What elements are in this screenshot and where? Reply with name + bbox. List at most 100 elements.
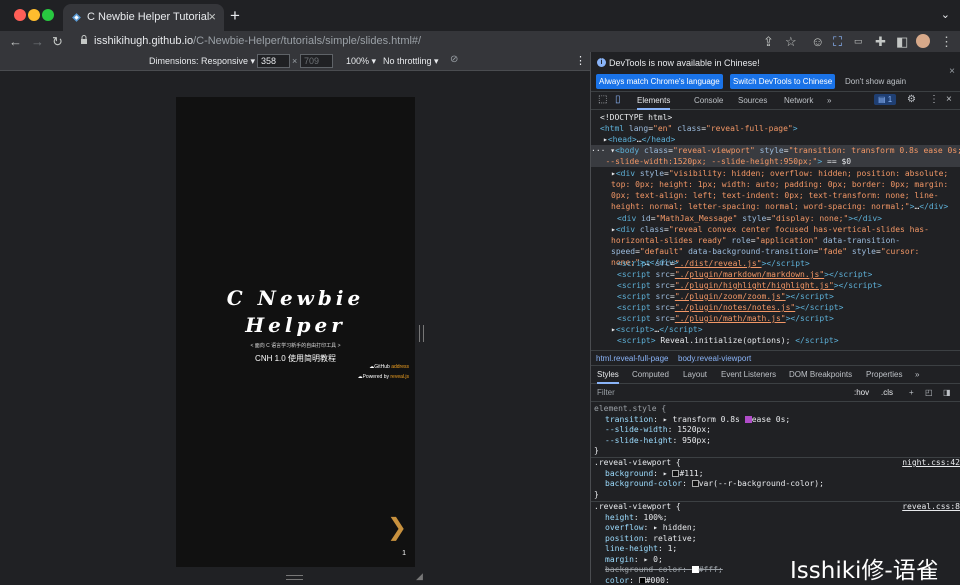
terminal-extension-icon[interactable]: ▭ xyxy=(854,33,863,50)
github-link[interactable]: ☁GitHub address xyxy=(369,364,409,370)
tab-properties[interactable]: Properties xyxy=(866,370,902,379)
switch-chinese-button[interactable]: Switch DevTools to Chinese xyxy=(730,74,836,89)
zoom-dropdown[interactable]: 100% ▾ xyxy=(346,56,376,67)
resize-handle-bottom[interactable] xyxy=(286,575,303,580)
forward-arrow-icon[interactable]: → xyxy=(31,33,44,50)
cls-toggle[interactable]: .cls xyxy=(881,388,893,397)
css-decl[interactable]: background: ▸ #111; xyxy=(605,469,960,480)
breadcrumb-body[interactable]: body.reveal-viewport xyxy=(678,354,751,363)
rotate-icon[interactable]: ⊘ xyxy=(450,54,458,65)
tab-search-chevron-icon[interactable]: ⌄ xyxy=(941,8,950,21)
share-icon[interactable]: ⇪ xyxy=(763,33,774,50)
extensions-puzzle-icon[interactable]: ✚ xyxy=(875,33,886,50)
tab-styles[interactable]: Styles xyxy=(597,370,619,384)
dom-line[interactable]: <script> Reveal.initialize(options); </s… xyxy=(617,335,960,346)
devtools-menu-icon[interactable]: ⋮ xyxy=(929,94,939,105)
back-arrow-icon[interactable]: ← xyxy=(9,33,22,50)
profile-avatar[interactable] xyxy=(916,34,930,48)
dom-line[interactable]: <script src="./plugin/math/math.js"></sc… xyxy=(617,313,960,324)
tab-more[interactable]: » xyxy=(827,96,831,105)
dom-line[interactable]: <script src="./plugin/markdown/markdown.… xyxy=(617,269,960,280)
dom-line[interactable]: ▸<div class="reveal convex center focuse… xyxy=(611,224,959,267)
height-input[interactable]: 709 xyxy=(300,54,333,68)
new-rule-icon[interactable]: + xyxy=(909,388,914,397)
devtools-close-icon[interactable]: × xyxy=(946,94,952,105)
device-toolbar: Dimensions: Responsive ▾ 358 × 709 100% … xyxy=(0,52,590,71)
browser-tab[interactable]: C Newbie Helper Tutorial × xyxy=(63,4,224,31)
stylesheet-link[interactable]: night.css:42 xyxy=(902,458,960,469)
computed-styles-icon[interactable]: ◰ xyxy=(925,388,933,397)
menu-kebab-icon[interactable]: ⋮ xyxy=(940,33,953,50)
sidebar-toggle-icon[interactable]: ◨ xyxy=(943,388,951,397)
dom-line-selected[interactable]: ··· ▾<body class="reveal-viewport" style… xyxy=(591,145,960,167)
width-input[interactable]: 358 xyxy=(257,54,290,68)
dom-line[interactable]: <script src="./plugin/notes/notes.js"></… xyxy=(617,302,960,313)
slide-number: 1 xyxy=(402,550,406,557)
rule-selector: .reveal-viewport {night.css:42 xyxy=(594,458,960,469)
resize-handle-right[interactable] xyxy=(419,325,424,342)
slide-description: CNH 1.0 使用简明教程 xyxy=(255,354,336,363)
css-decl[interactable]: --slide-width: 1520px; xyxy=(605,425,960,436)
powered-by-link[interactable]: ☁Powered by reveal.js xyxy=(358,374,409,380)
breadcrumb-html[interactable]: html.reveal-full-page xyxy=(596,354,668,363)
zoom-window-button[interactable] xyxy=(42,9,54,21)
issues-badge[interactable]: ▤ 1 xyxy=(874,94,897,105)
slide-subtitle: < 面向 C 语言学习新手的自由打印工具 > xyxy=(250,343,341,349)
close-window-button[interactable] xyxy=(14,9,26,21)
dom-line[interactable]: <script src="./plugin/zoom/zoom.js"></sc… xyxy=(617,291,960,302)
next-slide-arrow-icon[interactable]: ❯ xyxy=(387,513,407,541)
language-notice: i DevTools is now available in Chinese! … xyxy=(591,52,960,92)
slide[interactable]: C Newbie Helper < 面向 C 语言学习新手的自由打印工具 > CN… xyxy=(176,97,415,567)
resize-corner-icon[interactable]: ◢ xyxy=(416,571,423,582)
css-decl[interactable]: height: 100%; xyxy=(605,513,960,524)
tab-event-listeners[interactable]: Event Listeners xyxy=(721,370,776,379)
dom-line[interactable]: ▸<head>…</head> xyxy=(603,134,960,145)
dom-line[interactable]: <!DOCTYPE html> xyxy=(600,112,960,123)
css-decl[interactable]: --slide-height: 950px; xyxy=(605,436,960,447)
css-decl[interactable]: background-color: var(--r-background-col… xyxy=(605,479,960,490)
dont-show-button[interactable]: Don't show again xyxy=(842,74,910,89)
reload-icon[interactable]: ↻ xyxy=(52,33,63,50)
new-tab-button[interactable]: + xyxy=(230,6,240,26)
dimensions-dropdown[interactable]: Dimensions: Responsive ▾ xyxy=(149,56,255,67)
crop-extension-icon[interactable]: ⛶ xyxy=(833,33,842,50)
throttle-dropdown[interactable]: No throttling ▾ xyxy=(383,56,439,67)
dom-line[interactable]: <script src="./dist/reveal.js"></script> xyxy=(617,258,960,269)
tab-close-icon[interactable]: × xyxy=(208,9,216,24)
elements-tree[interactable]: <!DOCTYPE html> <html lang="en" class="r… xyxy=(591,110,960,350)
hov-toggle[interactable]: :hov xyxy=(854,388,869,397)
tab-console[interactable]: Console xyxy=(694,96,723,105)
css-decl[interactable]: position: relative; xyxy=(605,534,960,545)
filter-input[interactable]: Filter xyxy=(597,388,615,397)
tab-sources[interactable]: Sources xyxy=(738,96,767,105)
browser-toolbar: ← → ↻ isshikihugh.github.io/C-Newbie-Hel… xyxy=(0,31,960,52)
match-language-button[interactable]: Always match Chrome's language xyxy=(596,74,723,89)
stylesheet-link[interactable]: reveal.css:8 xyxy=(902,502,960,513)
address-bar[interactable]: isshikihugh.github.io/C-Newbie-Helper/tu… xyxy=(72,32,808,51)
dom-line[interactable]: ▸<div style="visibility: hidden; overflo… xyxy=(611,168,959,213)
dom-line[interactable]: <div id="MathJax_Message" style="display… xyxy=(617,213,960,224)
device-more-icon[interactable]: ⋮ xyxy=(575,54,586,67)
device-toggle-icon[interactable]: ▯ xyxy=(615,94,621,105)
inspect-icon[interactable]: ⬚ xyxy=(598,94,607,105)
tab-network[interactable]: Network xyxy=(784,96,813,105)
bookmark-star-icon[interactable]: ☆ xyxy=(785,33,797,50)
breadcrumb: html.reveal-full-page body.reveal-viewpo… xyxy=(591,350,960,366)
tab-styles-more[interactable]: » xyxy=(915,370,919,379)
extension-face-icon[interactable]: ☺ xyxy=(811,33,824,50)
tab-dom-breakpoints[interactable]: DOM Breakpoints xyxy=(789,370,852,379)
tab-computed[interactable]: Computed xyxy=(632,370,669,379)
tab-elements[interactable]: Elements xyxy=(637,96,671,110)
dom-line[interactable]: ▸<script>…</script> xyxy=(611,324,960,335)
dom-line[interactable]: <html lang="en" class="reveal-full-page"… xyxy=(600,123,960,134)
tab-layout[interactable]: Layout xyxy=(683,370,707,379)
settings-gear-icon[interactable]: ⚙ xyxy=(907,94,916,105)
css-decl[interactable]: overflow: ▸ hidden; xyxy=(605,523,960,534)
minimize-window-button[interactable] xyxy=(28,9,40,21)
css-decl[interactable]: transition: ▸ transform 0.8s ease 0s; xyxy=(605,415,960,426)
styles-tabbar: Styles Computed Layout Event Listeners D… xyxy=(591,366,960,384)
side-panel-icon[interactable]: ◧ xyxy=(896,33,908,50)
watermark: Isshiki修-语雀 xyxy=(790,558,939,584)
notice-close-icon[interactable]: × xyxy=(949,66,955,77)
dom-line[interactable]: <script src="./plugin/highlight/highligh… xyxy=(617,280,960,291)
